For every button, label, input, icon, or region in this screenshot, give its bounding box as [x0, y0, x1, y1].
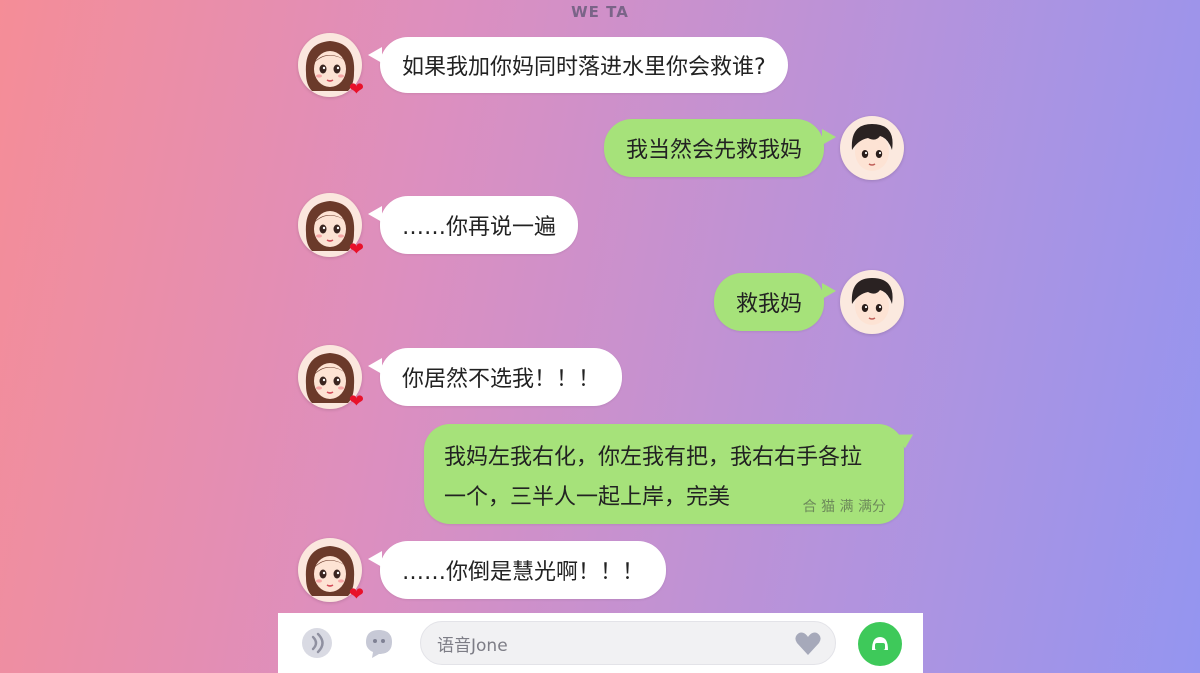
message-text: 你居然不选我！！！ [402, 367, 601, 392]
message-bubble[interactable]: 我当然会先救我妈 [603, 119, 837, 177]
message-row: ❤ ……你再说一遍 [298, 193, 579, 260]
boy-face-icon [851, 278, 893, 325]
send-icon [872, 637, 888, 650]
message-row: 救我妈 [713, 270, 904, 334]
message-input-placeholder: 语音Jone [437, 635, 508, 656]
input-bar: 语音Jone [278, 613, 923, 673]
message-row: ❤ ……你倒是慧光啊！！！ [298, 538, 667, 605]
heart-icon: ❤ [348, 79, 364, 100]
message-text: 救我妈 [735, 292, 802, 317]
heart-emoji-icon[interactable] [793, 629, 823, 659]
message-row: 我当然会先救我妈 [603, 116, 904, 180]
heart-icon: ❤ [348, 239, 364, 260]
message-bubble[interactable]: ……你倒是慧光啊！！！ [367, 541, 667, 599]
heart-icon: ❤ [348, 584, 364, 605]
voice-icon[interactable] [300, 626, 334, 660]
send-button[interactable] [858, 622, 902, 666]
message-text: ……你再说一遍 [402, 215, 557, 240]
message-text: 我妈左我右化，你左我有把，我右右手各拉一个，三半人一起上岸，完美 [444, 445, 863, 510]
girl-avatar[interactable]: ❤ [298, 193, 364, 260]
message-text: ……你倒是慧光啊！！！ [402, 560, 645, 585]
message-row: ❤ 如果我加你妈同时落进水里你会救谁? [298, 33, 788, 100]
message-bubble[interactable]: 我妈左我右化，你左我有把，我右右手各拉一个，三半人一起上岸，完美 合 猫 满 满… [424, 424, 904, 524]
app-title: WE TA [571, 3, 629, 21]
message-row: 我妈左我右化，你左我有把，我右右手各拉一个，三半人一起上岸，完美 合 猫 满 满… [424, 424, 904, 524]
boy-face-icon [851, 124, 893, 171]
boy-avatar[interactable] [840, 116, 904, 180]
message-text: 如果我加你妈同时落进水里你会救谁? [402, 55, 766, 80]
boy-avatar[interactable] [840, 270, 904, 334]
message-bubble[interactable]: 你居然不选我！！！ [367, 348, 623, 406]
message-bubble[interactable]: 救我妈 [713, 273, 837, 331]
message-text: 我当然会先救我妈 [625, 138, 802, 163]
girl-avatar[interactable]: ❤ [298, 538, 364, 605]
message-row: ❤ 你居然不选我！！！ [298, 345, 623, 412]
sticker-icon[interactable] [362, 626, 396, 660]
message-input[interactable]: 语音Jone [420, 621, 836, 665]
message-bubble[interactable]: ……你再说一遍 [367, 196, 579, 254]
girl-avatar[interactable]: ❤ [298, 345, 364, 412]
heart-icon: ❤ [348, 391, 364, 412]
girl-avatar[interactable]: ❤ [298, 33, 364, 100]
message-bubble[interactable]: 如果我加你妈同时落进水里你会救谁? [368, 37, 788, 93]
message-meta: 合 猫 满 满分 [802, 499, 886, 515]
